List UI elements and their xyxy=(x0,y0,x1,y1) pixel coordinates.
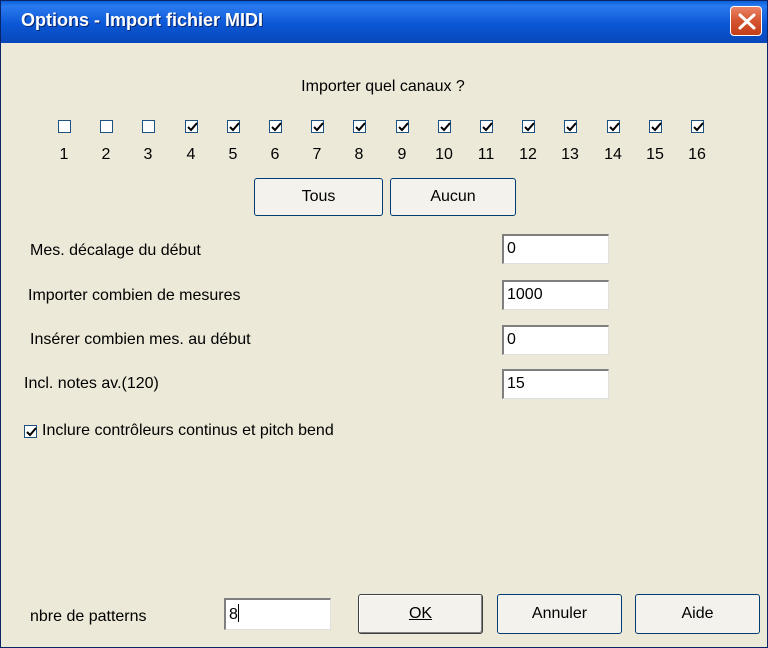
channel-checkbox-16[interactable] xyxy=(691,120,704,133)
offset-label: Mes. décalage du début xyxy=(30,242,201,259)
checkmark-icon xyxy=(651,122,662,132)
checkmark-icon xyxy=(524,122,535,132)
channels-heading: Importer quel canaux ? xyxy=(301,78,465,95)
checkmark-icon xyxy=(440,122,451,132)
select-none-button[interactable]: Aucun xyxy=(390,178,516,216)
channel-number-1: 1 xyxy=(59,146,69,163)
dialog-window: Options - Import fichier MIDI xyxy=(0,0,768,648)
channel-checkbox-13[interactable] xyxy=(564,120,577,133)
controllers-checkbox[interactable] xyxy=(24,425,37,438)
checkmark-icon xyxy=(398,122,409,132)
checkmark-icon xyxy=(693,122,704,132)
window-title: Options - Import fichier MIDI xyxy=(21,10,263,30)
channel-checkbox-2[interactable] xyxy=(100,120,113,133)
insert-measures-label: Insérer combien mes. au début xyxy=(30,331,251,348)
channel-checkbox-8[interactable] xyxy=(353,120,366,133)
channel-number-9: 9 xyxy=(397,146,407,163)
checkmark-icon xyxy=(187,122,198,132)
checkmark-icon xyxy=(609,122,620,132)
channel-checkbox-4[interactable] xyxy=(185,120,198,133)
checkmark-icon xyxy=(271,122,282,132)
channel-checkbox-7[interactable] xyxy=(311,120,324,133)
help-button[interactable]: Aide xyxy=(635,594,760,634)
checkmark-icon xyxy=(482,122,493,132)
select-all-button[interactable]: Tous xyxy=(254,178,383,216)
channel-number-2: 2 xyxy=(101,146,111,163)
channel-checkbox-15[interactable] xyxy=(649,120,662,133)
checkmark-icon xyxy=(26,427,37,437)
channel-checkbox-3[interactable] xyxy=(142,120,155,133)
title-bar[interactable]: Options - Import fichier MIDI xyxy=(1,1,767,43)
patterns-field[interactable]: 8 xyxy=(224,598,331,630)
channel-number-4: 4 xyxy=(186,146,196,163)
cancel-button[interactable]: Annuler xyxy=(497,594,622,634)
controllers-label: Inclure contrôleurs continus et pitch be… xyxy=(42,422,334,439)
channel-checkbox-14[interactable] xyxy=(607,120,620,133)
channel-number-15: 15 xyxy=(646,146,664,163)
channel-number-3: 3 xyxy=(143,146,153,163)
channel-checkbox-10[interactable] xyxy=(438,120,451,133)
patterns-value: 8 xyxy=(229,606,238,623)
channel-checkbox-11[interactable] xyxy=(480,120,493,133)
insert-measures-field[interactable]: 0 xyxy=(502,325,609,355)
close-button[interactable] xyxy=(730,6,762,36)
close-icon xyxy=(738,13,756,30)
channel-number-6: 6 xyxy=(270,146,280,163)
measure-count-label: Importer combien de mesures xyxy=(28,287,241,304)
channel-number-10: 10 xyxy=(435,146,453,163)
checkmark-icon xyxy=(313,122,324,132)
channel-checkbox-5[interactable] xyxy=(227,120,240,133)
channel-checkbox-1[interactable] xyxy=(58,120,71,133)
ok-button-label: OK xyxy=(408,605,433,622)
measure-count-field[interactable]: 1000 xyxy=(502,280,609,310)
channel-number-12: 12 xyxy=(519,146,537,163)
channel-number-11: 11 xyxy=(477,146,495,163)
checkmark-icon xyxy=(355,122,366,132)
channel-checkbox-6[interactable] xyxy=(269,120,282,133)
channel-number-8: 8 xyxy=(354,146,364,163)
notes-ahead-label: Incl. notes av.(120) xyxy=(24,375,159,392)
channel-number-16: 16 xyxy=(688,146,706,163)
notes-ahead-field[interactable]: 15 xyxy=(502,369,609,399)
channel-number-7: 7 xyxy=(312,146,322,163)
checkmark-icon xyxy=(566,122,577,132)
patterns-label: nbre de patterns xyxy=(30,608,147,625)
ok-button[interactable]: OK xyxy=(358,594,483,634)
channel-number-13: 13 xyxy=(561,146,579,163)
offset-field[interactable]: 0 xyxy=(502,234,609,264)
channel-number-14: 14 xyxy=(604,146,622,163)
channel-checkbox-12[interactable] xyxy=(522,120,535,133)
checkmark-icon xyxy=(229,122,240,132)
text-cursor xyxy=(237,604,239,622)
channel-number-5: 5 xyxy=(228,146,238,163)
channel-checkbox-9[interactable] xyxy=(396,120,409,133)
